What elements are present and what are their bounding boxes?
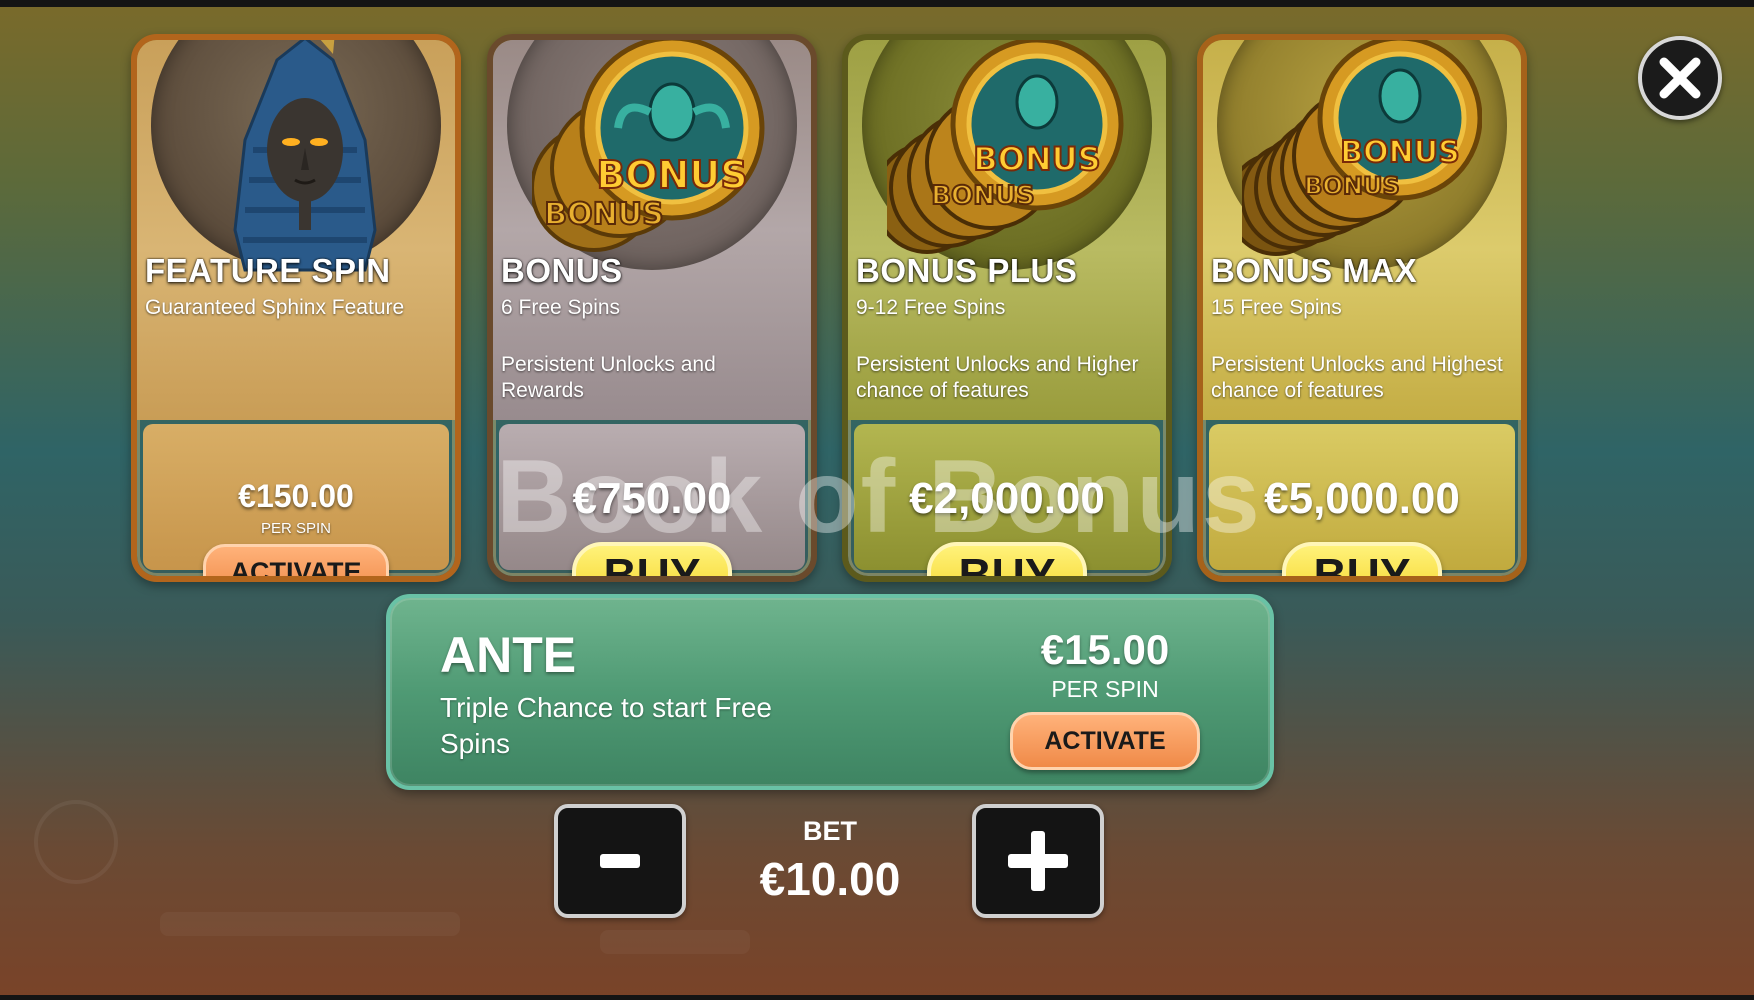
per-spin-label: PER SPIN [260,520,332,537]
bonus-coin-stack-icon: BONUS BONUS [1242,40,1482,256]
bottom-edge [0,995,1754,1000]
card-title: BONUS PLUS [856,252,1078,289]
bet-increase-button[interactable] [972,804,1104,918]
ante-title: ANTE [440,627,577,683]
sphinx-icon [233,40,377,272]
ante-description: Triple Chance to start Free Spins [440,692,772,759]
card-price-panel: €2,000.00 BUY [854,424,1160,576]
bonus-plus-card: BONUS BONUS BONUS PLUS 9-12 Free Spins P… [842,34,1172,582]
card-price: €750.00 [572,474,732,523]
card-upper: BONUS BONUS BONUS MAX 15 Free Spins Pers… [1203,40,1521,420]
faded-background-bar [160,912,460,936]
card-price-panel: €750.00 BUY [499,424,805,576]
card-subtitle: 6 Free Spins [501,296,621,319]
coin-bonus-text: BONUS [544,197,663,232]
card-price-panel: €150.00 PER SPIN ACTIVATE [143,424,449,576]
card-description: Persistent Unlocks and Highest chance of… [1211,353,1503,402]
card-title: BONUS [501,252,623,289]
card-title: FEATURE SPIN [145,252,391,289]
coin-bonus-text: BONUS [973,140,1100,178]
close-button[interactable] [1638,36,1722,120]
close-icon [1659,57,1701,99]
card-title: BONUS MAX [1211,252,1418,289]
feature-spin-card: FEATURE SPIN Guaranteed Sphinx Feature €… [131,34,461,582]
coin-bonus-text: BONUS [596,153,747,197]
card-subtitle: Guaranteed Sphinx Feature [145,296,405,319]
card-upper: FEATURE SPIN Guaranteed Sphinx Feature [137,40,455,420]
bonus-card: BONUS BONUS BONUS 6 Free Spins Persisten… [487,34,817,582]
ante-per-spin-label: PER SPIN [1051,676,1159,702]
card-price-panel: €5,000.00 BUY [1209,424,1515,576]
card-price: €5,000.00 [1264,474,1460,523]
coin-bonus-text: BONUS [1340,135,1459,170]
minus-icon [600,854,640,868]
bonus-buy-button[interactable]: BUY [572,542,732,576]
faded-background-circle [34,800,118,884]
ante-panel: ANTE Triple Chance to start Free Spins €… [386,594,1274,790]
bet-value: €10.00 [759,853,901,905]
card-upper: BONUS BONUS BONUS 6 Free Spins Persisten… [493,40,811,420]
bonus-coin-stack-icon: BONUS BONUS [532,40,765,252]
card-price: €2,000.00 [909,474,1105,523]
bet-decrease-button[interactable] [554,804,686,918]
card-description: Persistent Unlocks and Higher chance of … [856,353,1139,402]
ante-price: €15.00 [1040,626,1170,673]
card-upper: BONUS BONUS BONUS PLUS 9-12 Free Spins P… [848,40,1166,420]
card-description: Persistent Unlocks and Rewards [501,353,716,402]
bonus-plus-buy-button[interactable]: BUY [927,542,1087,576]
feature-spin-activate-button[interactable]: ACTIVATE [203,544,389,576]
faded-background-bar [600,930,750,954]
bet-label: BET [803,816,857,846]
bonus-max-card: BONUS BONUS BONUS MAX 15 Free Spins Pers… [1197,34,1527,582]
bonus-max-buy-button[interactable]: BUY [1282,542,1442,576]
bonus-coin-stack-icon: BONUS BONUS [887,40,1124,254]
card-price: €150.00 [238,478,354,514]
card-subtitle: 15 Free Spins [1211,296,1342,319]
top-edge [0,0,1754,7]
plus-icon [1008,831,1068,891]
coin-bonus-text: BONUS [931,181,1035,211]
coin-bonus-text: BONUS [1304,172,1400,200]
ante-activate-button[interactable]: ACTIVATE [1010,712,1200,770]
card-subtitle: 9-12 Free Spins [856,296,1006,319]
